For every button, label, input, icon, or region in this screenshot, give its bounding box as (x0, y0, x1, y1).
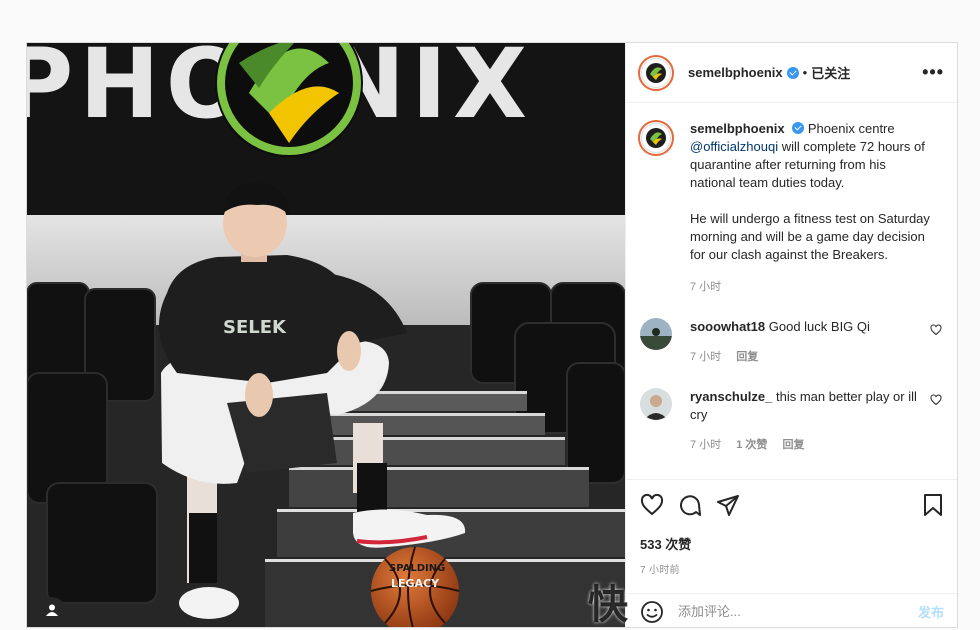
comment-body: ryanschulze_ this man better play or ill… (690, 388, 926, 454)
comments-section[interactable]: semelbphoenix Phoenix centre @officialzh… (626, 104, 957, 478)
comment-icon[interactable] (678, 493, 702, 517)
verified-badge-icon (786, 66, 799, 79)
bookmark-icon[interactable] (922, 493, 944, 517)
reply-button[interactable]: 回复 (783, 439, 805, 451)
comment-item: sooowhat18 Good luck BIG Qi 7 小时 回复 (638, 318, 944, 366)
player-photo-illustration: PHOENIX (27, 43, 625, 627)
likes-count[interactable]: 533 次赞 (640, 534, 944, 553)
comment-like-heart-icon[interactable] (930, 394, 942, 406)
comment-time[interactable]: 7 小时 (690, 439, 721, 451)
add-comment-bar: 发布 (626, 593, 957, 627)
heart-icon[interactable] (640, 493, 664, 517)
person-avatar-icon (640, 388, 672, 420)
comment-likes[interactable]: 1 次赞 (736, 439, 767, 451)
account-avatar[interactable] (638, 54, 674, 91)
post-actions: 533 次赞 7 小时前 (626, 479, 957, 576)
landscape-avatar-icon (640, 318, 672, 350)
caption-username[interactable]: semelbphoenix (690, 121, 785, 136)
caption-avatar[interactable] (638, 120, 674, 156)
commenter-avatar[interactable] (640, 318, 672, 350)
phoenix-logo-icon (646, 62, 666, 83)
caption-time[interactable]: 7 小时 (690, 278, 930, 296)
post-modal: PHOENIX (26, 42, 958, 628)
tagged-users-button[interactable] (39, 597, 65, 623)
post-photo[interactable]: PHOENIX (27, 43, 625, 627)
svg-text:SELEK: SELEK (223, 317, 287, 338)
comment-item: ryanschulze_ this man better play or ill… (638, 388, 944, 454)
commenter-avatar[interactable] (640, 388, 672, 420)
comment-username[interactable]: ryanschulze_ (690, 389, 772, 404)
comment-text: Good luck BIG Qi (768, 319, 870, 334)
user-icon (46, 604, 58, 616)
posted-time[interactable]: 7 小时前 (640, 561, 944, 576)
comment-meta: 7 小时 回复 (690, 348, 926, 366)
reply-button[interactable]: 回复 (736, 351, 758, 363)
more-options-icon[interactable]: ••• (922, 62, 944, 83)
emoji-icon[interactable] (640, 600, 664, 624)
verified-badge-icon (792, 122, 805, 134)
phoenix-logo-icon (646, 128, 666, 148)
caption-mention-link[interactable]: @officialzhouqi (690, 139, 778, 154)
follow-status-button[interactable]: 已关注 (811, 63, 850, 82)
comment-input[interactable] (676, 603, 918, 620)
comment-time[interactable]: 7 小时 (690, 351, 721, 363)
account-username[interactable]: semelbphoenix (688, 65, 783, 80)
paper-plane-icon[interactable] (716, 493, 740, 517)
caption-paragraph-2: He will undergo a fitness test on Saturd… (690, 211, 930, 262)
post-side-panel: semelbphoenix • 已关注 ••• semelbphoenix Ph… (625, 43, 957, 627)
separator-dot: • (802, 65, 808, 80)
caption-text: semelbphoenix Phoenix centre @officialzh… (690, 120, 930, 296)
action-icons (640, 492, 944, 518)
post-header: semelbphoenix • 已关注 ••• (626, 43, 957, 103)
caption-text-start: Phoenix centre (807, 121, 895, 136)
comment-like-heart-icon[interactable] (930, 324, 942, 336)
ball-model: LEGACY (391, 577, 440, 590)
comment-username[interactable]: sooowhat18 (690, 319, 765, 334)
ball-brand: SPALDING (389, 563, 445, 574)
watermark-glyph: 快 (588, 582, 628, 628)
caption: semelbphoenix Phoenix centre @officialzh… (638, 120, 944, 296)
comment-meta: 7 小时 1 次赞 回复 (690, 436, 926, 454)
comment-body: sooowhat18 Good luck BIG Qi 7 小时 回复 (690, 318, 926, 366)
post-comment-button[interactable]: 发布 (918, 602, 944, 621)
